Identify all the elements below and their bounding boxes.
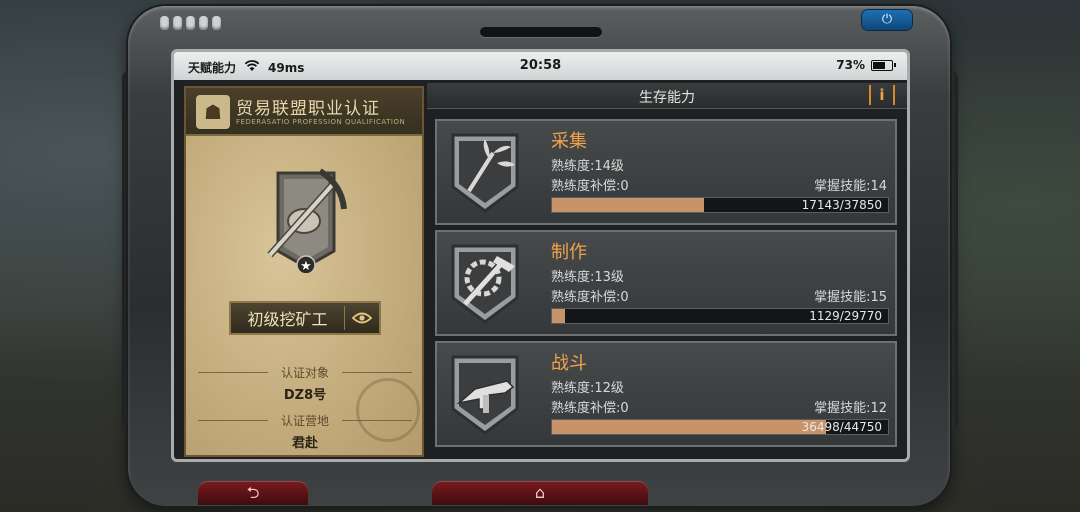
skill-card-gather[interactable]: 采集 熟练度:14级 熟练度补偿:0 掌握技能:14 17143/37850 <box>435 119 897 225</box>
back-arrow-icon: ⮌ <box>246 483 260 502</box>
skill-compensation: 熟练度补偿:0 <box>551 290 629 305</box>
power-button[interactable]: ⏻ <box>862 10 912 30</box>
skill-progress-bar: 36498/44750 <box>551 419 889 435</box>
gather-icon <box>451 133 519 213</box>
skill-mastered: 掌握技能:14 <box>814 179 887 194</box>
battery-icon <box>871 59 896 71</box>
info-button[interactable]: i <box>869 85 895 105</box>
miner-emblem-icon: ★ <box>267 168 347 273</box>
home-icon: ⌂ <box>534 483 546 502</box>
svg-text:★: ★ <box>300 259 312 273</box>
skill-card-craft[interactable]: 制作 熟练度:13级 熟练度补偿:0 掌握技能:15 1129/29770 <box>435 230 897 336</box>
progress-text: 17143/37850 <box>801 198 882 212</box>
status-bar: 天赋能力 49ms 20:58 73% <box>174 52 907 80</box>
certification-card: ☗ 贸易联盟职业认证 FEDERASATIO PROFESSION QUALIF… <box>184 86 424 457</box>
clock: 20:58 <box>519 58 562 73</box>
skill-name: 战斗 <box>551 353 587 374</box>
certification-title: 贸易联盟职业认证 <box>236 99 380 119</box>
rank-label: 初级挖矿工 <box>231 306 345 330</box>
skill-progress-bar: 1129/29770 <box>551 308 889 324</box>
craft-icon <box>451 244 519 324</box>
panel-header: 生存能力 i <box>427 83 907 109</box>
speaker-vent <box>160 16 221 30</box>
progress-fill <box>552 420 827 434</box>
progress-fill <box>552 198 705 212</box>
skill-progress-bar: 17143/37850 <box>551 197 889 213</box>
skill-mastered: 掌握技能:15 <box>814 290 887 305</box>
back-button[interactable]: ⮌ <box>198 481 308 505</box>
combat-icon <box>451 355 519 435</box>
battery-percent: 73% <box>836 58 865 72</box>
skill-name: 制作 <box>551 242 587 263</box>
skill-name: 采集 <box>551 131 587 152</box>
progress-text: 1129/29770 <box>809 309 882 323</box>
home-button[interactable]: ⌂ <box>432 481 648 505</box>
device-screen: 天赋能力 49ms 20:58 73% ☗ 贸易联盟职业认证 FEDERASAT… <box>171 49 910 462</box>
eye-icon[interactable] <box>345 309 379 328</box>
federation-logo-icon: ☗ <box>196 95 230 129</box>
progress-fill <box>552 309 565 323</box>
skill-mastered: 掌握技能:12 <box>814 401 887 416</box>
skill-compensation: 熟练度补偿:0 <box>551 401 629 416</box>
skill-compensation: 熟练度补偿:0 <box>551 179 629 194</box>
rank-button[interactable]: 初级挖矿工 <box>229 301 381 335</box>
skill-level: 熟练度:14级 <box>551 159 624 174</box>
skill-level: 熟练度:12级 <box>551 381 624 396</box>
seal-stamp-icon <box>356 378 420 442</box>
panel-title: 生存能力 <box>639 90 695 106</box>
certification-subtitle: FEDERASATIO PROFESSION QUALIFICATION <box>236 118 406 126</box>
progress-text: 36498/44750 <box>801 420 882 434</box>
device-top-slot <box>480 27 602 37</box>
skill-level: 熟练度:13级 <box>551 270 624 285</box>
skill-card-combat[interactable]: 战斗 熟练度:12级 熟练度补偿:0 掌握技能:12 36498/44750 <box>435 341 897 447</box>
certification-header: ☗ 贸易联盟职业认证 FEDERASATIO PROFESSION QUALIF… <box>186 88 422 136</box>
